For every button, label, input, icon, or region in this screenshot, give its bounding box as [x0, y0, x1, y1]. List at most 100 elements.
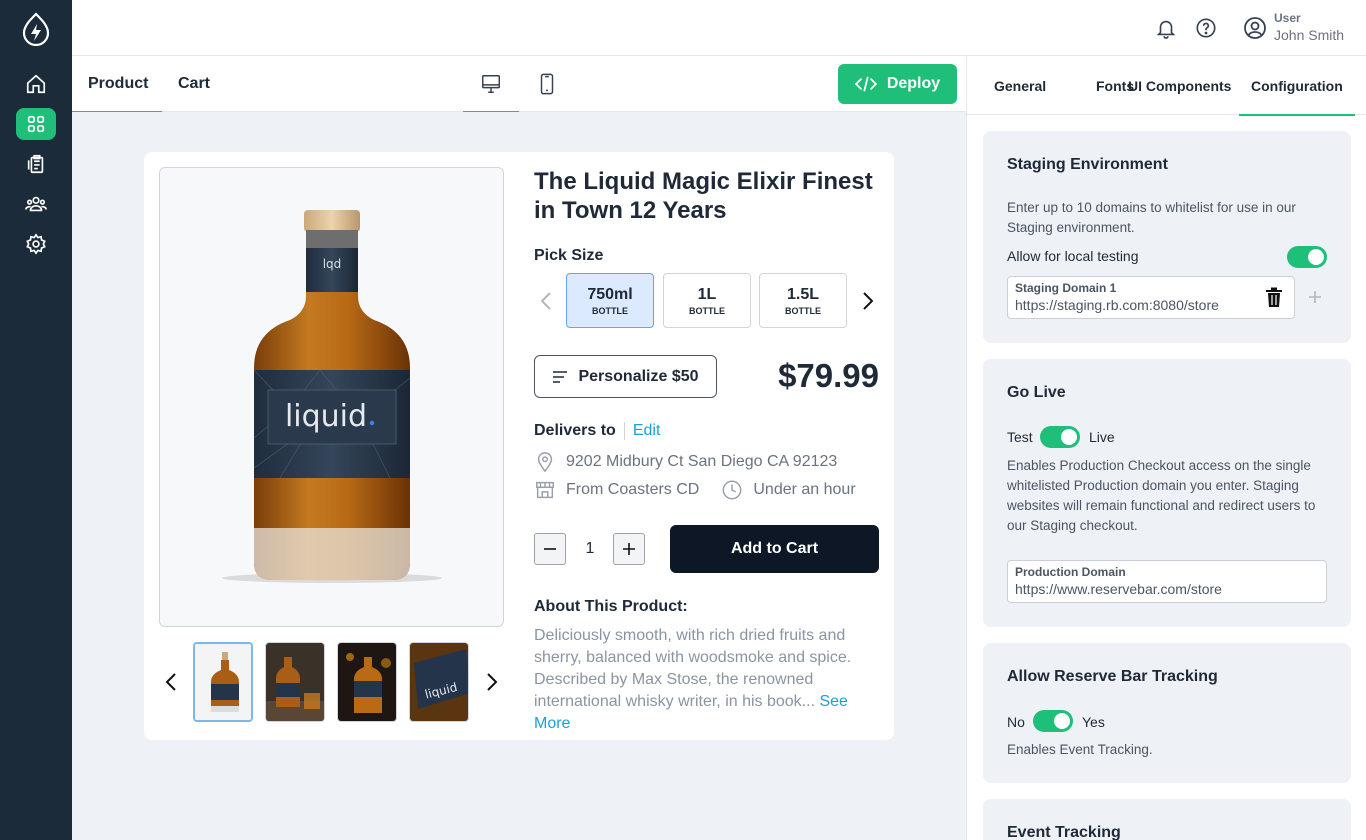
- go-live-on-label: Live: [1089, 429, 1115, 445]
- size-main: 750ml: [587, 286, 633, 303]
- thumbnail-3[interactable]: [337, 642, 397, 722]
- tracking-description: Enables Event Tracking.: [1007, 742, 1153, 757]
- delivers-to-row: Delivers to Edit: [534, 422, 660, 440]
- trash-icon[interactable]: [1265, 287, 1283, 308]
- clipboard-list-icon[interactable]: [16, 148, 56, 180]
- size-sub: BOTTLE: [785, 306, 821, 316]
- staging-domain-field[interactable]: Staging Domain 1 https://staging.rb.com:…: [1007, 276, 1295, 319]
- bolt-logo-icon[interactable]: [22, 12, 50, 46]
- product-card: lqd liquid liquid The Liquid Magic Elixi…: [144, 152, 894, 740]
- local-testing-label: Allow for local testing: [1007, 248, 1139, 264]
- edit-address-link[interactable]: Edit: [623, 422, 660, 440]
- config-panel: General Fonts UI Components Configuratio…: [966, 56, 1366, 840]
- minus-icon: [544, 548, 556, 550]
- quantity-increase-button[interactable]: [613, 533, 645, 565]
- size-option-1-5l[interactable]: 1.5L BOTTLE: [759, 273, 847, 328]
- size-main: 1L: [697, 286, 717, 303]
- deploy-button[interactable]: Deploy: [838, 64, 957, 104]
- tab-product-label: Product: [88, 75, 149, 92]
- product-main-image: lqd liquid: [159, 167, 504, 627]
- tracking-title: Allow Reserve Bar Tracking: [1007, 668, 1218, 685]
- delivery-address: 9202 Midbury Ct San Diego CA 92123: [566, 453, 838, 470]
- user-menu[interactable]: User John Smith: [1274, 11, 1344, 43]
- store-icon: [536, 481, 554, 499]
- users-icon[interactable]: [16, 188, 56, 220]
- thumb-prev-arrow-icon[interactable]: [159, 670, 183, 694]
- size-option-1l[interactable]: 1L BOTTLE: [663, 273, 751, 328]
- go-live-card: Go Live Test Live Enables Production Che…: [983, 359, 1351, 627]
- size-sub: BOTTLE: [592, 306, 628, 316]
- about-heading: About This Product:: [534, 598, 688, 615]
- staging-domain-label: Staging Domain 1: [1015, 281, 1117, 295]
- store-name: From Coasters CD: [566, 481, 700, 498]
- personalize-label: Personalize $50: [578, 367, 699, 385]
- tab-general[interactable]: General: [994, 56, 1046, 115]
- pick-size-label: Pick Size: [534, 247, 604, 264]
- thumbnail-2[interactable]: [265, 642, 325, 722]
- staging-domain-value: https://staging.rb.com:8080/store: [1015, 297, 1219, 313]
- mobile-phone-icon: [540, 73, 554, 95]
- about-text-block: Deliciously smooth, with rich dried frui…: [534, 625, 879, 735]
- product-title: The Liquid Magic Elixir Finest in Town 1…: [534, 168, 873, 224]
- tracking-off-label: No: [1007, 714, 1025, 730]
- text-lines-icon: [553, 370, 568, 383]
- production-domain-value: https://www.reservebar.com/store: [1015, 581, 1222, 597]
- tracking-card: Allow Reserve Bar Tracking No Yes Enable…: [983, 643, 1351, 783]
- quantity-value[interactable]: 1: [584, 540, 596, 558]
- tracking-toggle[interactable]: [1033, 710, 1073, 732]
- add-domain-plus-icon[interactable]: [1308, 290, 1322, 304]
- bottle-brand: liquid: [285, 399, 367, 434]
- staging-card: Staging Environment Enter up to 10 domai…: [983, 131, 1351, 343]
- go-live-off-label: Test: [1007, 429, 1033, 445]
- top-bar: User John Smith: [72, 0, 1366, 56]
- bottle-illustration: lqd liquid: [222, 210, 442, 583]
- user-avatar-icon[interactable]: [1243, 16, 1267, 40]
- address-row: 9202 Midbury Ct San Diego CA 92123: [534, 451, 837, 473]
- size-next-arrow-icon[interactable]: [856, 289, 880, 313]
- home-icon[interactable]: [16, 68, 56, 100]
- help-question-icon[interactable]: [1195, 17, 1217, 39]
- settings-gear-icon[interactable]: [16, 228, 56, 260]
- quantity-decrease-button[interactable]: [534, 533, 566, 565]
- go-live-toggle[interactable]: [1040, 426, 1080, 448]
- clock-icon: [722, 480, 742, 500]
- tab-ui-components[interactable]: UI Components: [1128, 56, 1231, 115]
- store-eta-row: From Coasters CD Under an hour: [534, 479, 856, 501]
- app-sidebar: [0, 0, 72, 840]
- editor-header: Product Cart Deploy: [72, 56, 966, 113]
- apps-grid-icon[interactable]: [16, 108, 56, 140]
- thumb-next-arrow-icon[interactable]: [480, 670, 504, 694]
- preview-canvas: lqd liquid liquid The Liquid Magic Elixi…: [72, 112, 966, 840]
- size-selector: 750ml BOTTLE 1L BOTTLE 1.5L BOTTLE: [534, 273, 879, 329]
- plus-icon: [623, 543, 635, 555]
- tracking-on-label: Yes: [1082, 714, 1105, 730]
- bottle-cap-brand: lqd: [323, 257, 342, 271]
- product-price: $79.99: [778, 357, 879, 394]
- personalize-button[interactable]: Personalize $50: [534, 355, 717, 398]
- notification-bell-icon[interactable]: [1155, 17, 1177, 39]
- user-name: John Smith: [1274, 27, 1345, 43]
- mobile-view-toggle[interactable]: [519, 56, 575, 112]
- size-option-750ml[interactable]: 750ml BOTTLE: [566, 273, 654, 328]
- tab-product[interactable]: Product: [72, 56, 162, 113]
- desktop-view-toggle[interactable]: [463, 56, 519, 113]
- config-tabs: General Fonts UI Components Configuratio…: [967, 56, 1366, 116]
- thumbnail-1[interactable]: [193, 642, 253, 722]
- code-icon: [854, 76, 877, 92]
- event-tracking-card: Event Tracking: [983, 799, 1351, 840]
- size-prev-arrow-icon[interactable]: [534, 289, 558, 313]
- go-live-title: Go Live: [1007, 384, 1066, 401]
- staging-title: Staging Environment: [1007, 156, 1168, 173]
- local-testing-toggle[interactable]: [1287, 246, 1327, 268]
- quantity-stepper: 1: [534, 533, 649, 566]
- product-info: The Liquid Magic Elixir Finest in Town 1…: [534, 167, 879, 732]
- thumbnail-strip: liquid: [159, 642, 504, 724]
- tab-configuration[interactable]: Configuration: [1239, 56, 1355, 116]
- size-main: 1.5L: [786, 286, 819, 303]
- thumbnail-4[interactable]: liquid: [409, 642, 469, 722]
- map-pin-icon: [537, 452, 553, 473]
- tab-cart[interactable]: Cart: [178, 56, 210, 112]
- user-role: User: [1274, 11, 1301, 25]
- add-to-cart-button[interactable]: Add to Cart: [670, 525, 879, 573]
- production-domain-field[interactable]: Production Domain https://www.reservebar…: [1007, 560, 1327, 603]
